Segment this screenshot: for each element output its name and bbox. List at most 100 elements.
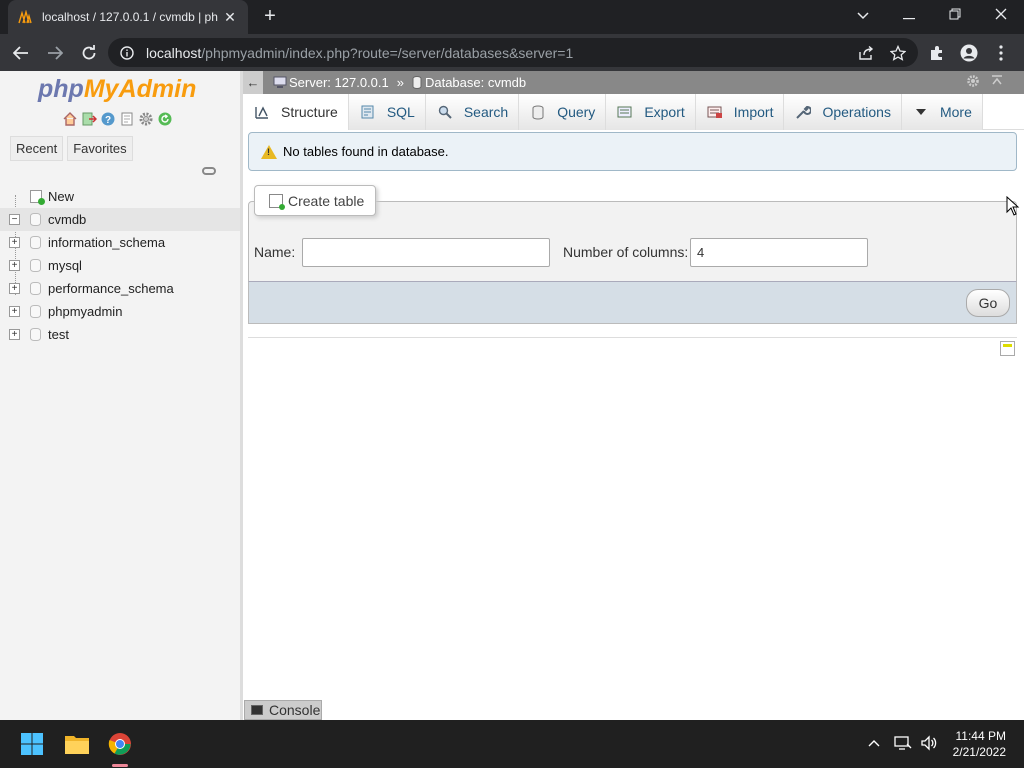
phpmyadmin-logo[interactable]: phpMyAdmin: [38, 75, 196, 104]
tab-more[interactable]: More: [901, 94, 983, 130]
breadcrumb: ← Server: 127.0.0.1 » Database: cvmdb: [243, 71, 1024, 94]
tab-operations[interactable]: Operations: [784, 94, 902, 130]
tab-label: SQL: [386, 104, 415, 120]
warning-icon: [261, 144, 277, 159]
forward-arrow-icon[interactable]: [40, 38, 70, 68]
windows-start-icon[interactable]: [16, 728, 48, 760]
browser-menu-icon[interactable]: [986, 38, 1016, 67]
tree-item-new[interactable]: New: [0, 185, 240, 208]
phpmyadmin-favicon-icon: [18, 10, 32, 24]
show-hidden-icons-chevron-up-icon[interactable]: [868, 734, 880, 750]
expand-icon[interactable]: +: [9, 237, 20, 248]
database-tree: New − cvmdb + information_schema + mysql…: [0, 185, 240, 346]
help-icon[interactable]: ?: [100, 111, 116, 127]
collapse-navigation-arrow-icon[interactable]: ←: [243, 71, 263, 94]
notice-text: No tables found in database.: [283, 144, 449, 159]
console-toggle[interactable]: Console: [244, 700, 322, 720]
create-table-footer: [248, 281, 1017, 324]
logout-icon[interactable]: [81, 111, 97, 127]
browser-tab[interactable]: localhost / 127.0.0.1 / cvmdb | ph ✕: [8, 0, 248, 34]
collapse-top-menu-icon[interactable]: [989, 74, 1005, 90]
tree-item-performance-schema[interactable]: + performance_schema: [0, 277, 240, 300]
tree-item-information-schema[interactable]: + information_schema: [0, 231, 240, 254]
bookmark-star-icon[interactable]: [883, 38, 913, 67]
active-app-indicator: [112, 764, 128, 767]
database-icon: [412, 76, 422, 89]
structure-icon: [253, 104, 271, 120]
tab-search-chevron-down-icon[interactable]: [840, 0, 886, 30]
table-name-input[interactable]: [302, 238, 550, 267]
address-bar[interactable]: localhost/phpmyadmin/index.php?route=/se…: [108, 38, 918, 67]
url-host: localhost: [146, 44, 202, 61]
expand-icon[interactable]: +: [9, 260, 20, 271]
tab-import[interactable]: Import: [695, 94, 785, 130]
favorite-tables-button[interactable]: Favorites: [67, 136, 133, 161]
tree-item-cvmdb[interactable]: − cvmdb: [0, 208, 240, 231]
database-icon: [30, 305, 41, 318]
tree-item-label: phpmyadmin: [48, 304, 123, 319]
database-icon: [30, 328, 41, 341]
chrome-icon[interactable]: [104, 728, 136, 760]
navigation-resizer[interactable]: [240, 71, 243, 720]
browser-tab-title: localhost / 127.0.0.1 / cvmdb | ph: [42, 10, 218, 24]
expand-icon[interactable]: +: [9, 329, 20, 340]
expand-icon[interactable]: +: [9, 283, 20, 294]
reload-navigation-icon[interactable]: [157, 111, 173, 127]
tree-item-phpmyadmin[interactable]: + phpmyadmin: [0, 300, 240, 323]
volume-icon[interactable]: [920, 735, 938, 754]
export-icon: [616, 104, 634, 120]
go-button[interactable]: Go: [966, 289, 1010, 317]
new-database-icon: [30, 190, 45, 205]
share-icon[interactable]: [851, 38, 881, 67]
tab-label: Search: [463, 104, 509, 120]
system-clock[interactable]: 11:44 PM 2/21/2022: [953, 728, 1006, 760]
collapse-icon[interactable]: −: [9, 214, 20, 225]
number-of-columns-input[interactable]: [690, 238, 868, 267]
extensions-puzzle-icon[interactable]: [922, 38, 952, 67]
svg-text:?: ?: [105, 115, 111, 126]
navigation-panel: phpMyAdmin ? Recent Favorites New − cvmd…: [0, 71, 240, 720]
tab-label: Export: [644, 104, 685, 120]
breadcrumb-database[interactable]: Database: cvmdb: [412, 75, 526, 90]
database-icon: [30, 259, 41, 272]
tree-item-label: information_schema: [48, 235, 166, 250]
recent-favorites-tabs: Recent Favorites: [10, 136, 133, 161]
home-icon[interactable]: [62, 111, 78, 127]
settings-gear-icon[interactable]: [138, 111, 154, 127]
create-table-title: Create table: [288, 192, 365, 209]
expand-icon[interactable]: +: [9, 306, 20, 317]
tab-search[interactable]: Search: [425, 94, 520, 130]
tree-item-label: test: [48, 327, 69, 342]
site-info-icon[interactable]: [120, 45, 134, 60]
tab-label: Import: [733, 104, 774, 120]
query-icon: [529, 104, 547, 120]
network-icon[interactable]: [894, 735, 912, 754]
tab-query[interactable]: Query: [519, 94, 607, 130]
tab-export[interactable]: Export: [606, 94, 696, 130]
reload-icon[interactable]: [74, 38, 104, 68]
close-window-button[interactable]: [978, 0, 1024, 30]
browser-tabstrip: localhost / 127.0.0.1 / cvmdb | ph ✕ +: [0, 0, 1024, 34]
settings-gear-icon[interactable]: [965, 74, 981, 90]
browser-toolbar: localhost/phpmyadmin/index.php?route=/se…: [0, 34, 1024, 71]
docs-icon[interactable]: [119, 111, 135, 127]
tree-item-mysql[interactable]: + mysql: [0, 254, 240, 277]
back-arrow-icon[interactable]: [6, 38, 36, 68]
sql-icon: [359, 104, 377, 120]
tab-structure[interactable]: Structure: [243, 94, 349, 130]
restore-button[interactable]: [932, 0, 978, 30]
import-icon: [706, 104, 724, 120]
new-table-icon: [269, 193, 285, 210]
close-tab-icon[interactable]: ✕: [222, 9, 238, 26]
page-related-settings-icon[interactable]: [1000, 341, 1015, 356]
tree-item-label: New: [48, 189, 75, 204]
minimize-button[interactable]: [886, 0, 932, 30]
profile-avatar-icon[interactable]: [954, 38, 984, 67]
recent-tables-button[interactable]: Recent: [10, 136, 64, 161]
breadcrumb-server[interactable]: Server: 127.0.0.1: [273, 75, 389, 90]
link-with-main-panel-icon[interactable]: [202, 167, 216, 175]
tab-sql[interactable]: SQL: [348, 94, 426, 130]
new-tab-button[interactable]: +: [258, 4, 282, 28]
tree-item-test[interactable]: + test: [0, 323, 240, 346]
file-explorer-icon[interactable]: [61, 728, 93, 760]
